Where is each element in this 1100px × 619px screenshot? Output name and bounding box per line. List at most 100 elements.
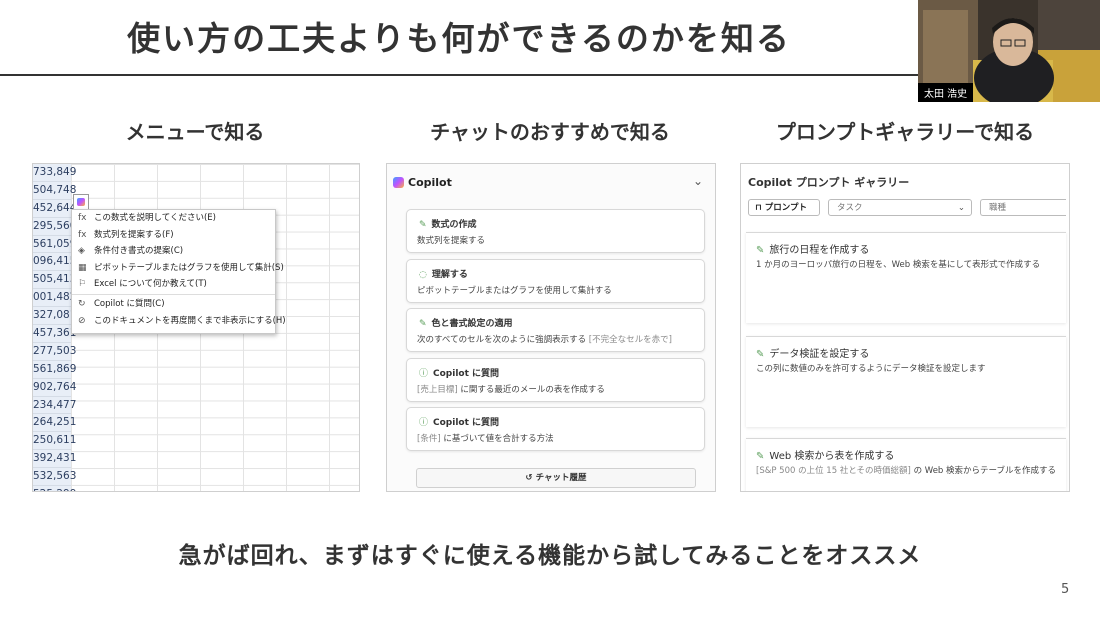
menu-item-label: 条件付き書式の提案(C) — [94, 246, 184, 257]
cell-value[interactable]: 327,081 — [33, 307, 76, 326]
prompt-card-title-text: データ検証を設定する — [769, 349, 870, 360]
suggestion-description: ピボットテーブルまたはグラフを使用して集計する — [417, 284, 612, 296]
prompt-card-description-text: の Web 検索からテーブルを作成する — [910, 466, 1057, 476]
prompt-filter-button[interactable]: ⊓ プロンプト — [748, 199, 820, 216]
cell-value[interactable]: 452,644 — [33, 200, 76, 218]
cell-value[interactable]: 733,849 — [33, 164, 76, 182]
cell-value[interactable]: 902,764 — [33, 379, 76, 397]
gallery-column-title: プロンプトギャラリーで知る — [775, 120, 1035, 144]
pencil-icon: ✎ — [756, 349, 765, 360]
suggestion-title: ✎ 数式の作成 — [419, 217, 477, 230]
suggestion-card[interactable]: ◌ 理解するピボットテーブルまたはグラフを使用して集計する — [406, 258, 705, 303]
cell-value[interactable]: 532,563 — [33, 468, 76, 487]
prompt-card-description: [S&P 500 の上位 15 社とその時価総額] の Web 検索からテーブル… — [756, 464, 1056, 476]
pivot-icon: ▦ — [78, 262, 87, 273]
suggestion-description: [条件] に基づいて値を合計する方法 — [417, 432, 554, 444]
cell-value[interactable]: 001,482 — [33, 289, 76, 308]
cell-value[interactable]: 561,869 — [33, 361, 76, 379]
prompt-gallery-panel: Copilot プロンプト ギャラリー ⊓ プロンプト タスク ⌄ 職種 ✎ 旅行の… — [740, 163, 1070, 492]
cell-value[interactable]: 561,059 — [33, 236, 76, 254]
copilot-header-label: Copilot — [408, 176, 452, 189]
suggestion-title: ◌ 理解する — [419, 267, 468, 280]
prompt-card[interactable]: ✎ Web 検索から表を作成する [S&P 500 の上位 15 社とその時価総額]… — [746, 438, 1066, 491]
bookmark-icon: ⊓ — [755, 203, 765, 213]
prompt-card-title: ✎ Web 検索から表を作成する — [756, 447, 894, 462]
menu-item-suggest-formula-column[interactable]: fx 数式列を提案する(F) — [72, 227, 275, 244]
copilot-icon[interactable] — [73, 194, 89, 210]
cell-value[interactable]: 096,415 — [33, 253, 76, 272]
copilot-logo-icon — [393, 177, 404, 188]
prompt-card-title: ✎ 旅行の日程を作成する — [756, 241, 869, 256]
suggestion-title-text: 数式の作成 — [431, 220, 477, 230]
chat-column-title: チャットのおすすめで知る — [430, 120, 670, 144]
suggestion-card[interactable]: ⓘ Copilot に質問 [売上目標] に関する最近のメールの表を作成する — [406, 357, 705, 402]
prompt-card-title: ✎ データ検証を設定する — [756, 345, 869, 360]
task-dropdown[interactable]: タスク ⌄ — [828, 199, 972, 216]
history-icon: ↺ — [525, 473, 536, 483]
suggestion-description-text: 数式列を提案する — [417, 236, 486, 246]
function-icon: fx — [78, 229, 87, 240]
suggestion-title-text: Copilot に質問 — [433, 418, 500, 428]
pencil-icon: ✎ — [419, 319, 427, 329]
slide-tagline: 急がば回れ、まずはすぐに使える機能から試してみることをオススメ — [178, 543, 922, 569]
menu-item-conditional-format[interactable]: ◈ 条件付き書式の提案(C) — [72, 243, 275, 260]
job-type-dropdown[interactable]: 職種 — [980, 199, 1066, 216]
menu-item-excel-help[interactable]: ⚐ Excel について何か教えて(T) — [72, 276, 275, 293]
cell-value[interactable]: 234,477 — [33, 397, 76, 415]
prompt-card[interactable]: ✎ 旅行の日程を作成する 1 か月のヨーロッパ旅行の日程を、Web 検索を基にして表… — [746, 232, 1066, 323]
copilot-header: Copilot — [393, 176, 452, 189]
cell-value[interactable]: 525,299 — [33, 486, 76, 491]
suggestion-title: ✎ 色と書式設定の適用 — [419, 316, 513, 329]
title-divider — [0, 74, 918, 76]
number-column: 733,849 504,748 452,644 295,560 561,059 096,4… — [33, 164, 76, 491]
cell-value[interactable]: 457,361 — [33, 325, 76, 343]
prompt-card-title-text: Web 検索から表を作成する — [769, 451, 895, 462]
suggestion-description-text: に関する最近のメールの表を作成する — [457, 384, 605, 395]
placeholder-token: [不完全なセルを赤で] — [588, 335, 672, 345]
suggestion-title: ⓘ Copilot に質問 — [419, 415, 499, 428]
prompt-card-description: この列に数値のみを許可するようにデータ検証を設定します — [756, 362, 986, 374]
suggestion-card[interactable]: ⓘ Copilot に質問 [条件] に基づいて値を合計する方法 — [406, 407, 705, 451]
presenter-webcam: 太田 浩史 — [918, 0, 1100, 102]
cell-value[interactable]: 250,611 — [33, 432, 76, 451]
cell-value[interactable]: 504,748 — [33, 182, 76, 200]
slide-title: 使い方の工夫よりも何ができるのかを知る — [127, 19, 791, 58]
cell-value[interactable]: 264,251 — [33, 414, 76, 433]
menu-separator — [72, 293, 275, 295]
suggestion-description: 次のすべてのセルを次のように強調表示する [不完全なセルを赤で] — [417, 333, 672, 345]
excel-screenshot-panel: 733,849 504,748 452,644 295,560 561,059 096,4… — [32, 163, 360, 492]
placeholder-token: [売上目標] — [417, 384, 458, 395]
prompt-card-description-text: 1 か月のヨーロッパ旅行の日程を、Web 検索を基にして表形式で作成する — [756, 260, 1041, 270]
copilot-chat-panel: Copilot ⌄ ✎ 数式の作成数式列を提案する ◌ 理解するピボットテーブルまたは… — [386, 163, 716, 492]
pencil-icon: ✎ — [419, 220, 427, 230]
cell-value[interactable]: 277,503 — [33, 343, 76, 361]
suggestion-description-text: に基づいて値を合計する方法 — [440, 434, 554, 444]
suggestion-card[interactable]: ✎ 数式の作成数式列を提案する — [406, 209, 705, 253]
suggestion-description: [売上目標] に関する最近のメールの表を作成する — [417, 383, 605, 395]
cell-value[interactable]: 392,431 — [33, 450, 76, 469]
prompt-card[interactable]: ✎ データ検証を設定するこの列に数値のみを許可するようにデータ検証を設定します — [746, 336, 1066, 427]
menu-item-pivot-summary[interactable]: ▦ ピボットテーブルまたはグラフを使用して集計(S) — [72, 260, 284, 277]
menu-item-label: このドキュメントを再度開くまで非表示にする(H) — [94, 315, 286, 326]
menu-item-label: ピボットテーブルまたはグラフを使用して集計(S) — [94, 262, 284, 273]
chat-history-button[interactable]: ↺ チャット履歴 — [416, 468, 696, 488]
task-dropdown-label: タスク — [837, 203, 863, 213]
menu-item-label: 数式列を提案する(F) — [94, 229, 174, 240]
pencil-icon: ✎ — [756, 451, 765, 462]
menu-item-label: この数式を説明してください(E) — [94, 213, 216, 223]
chat-bubble-icon: ⓘ — [419, 368, 429, 379]
copilot-context-menu: fx この数式を説明してください(E) fx 数式列を提案する(F) ◈ 条件付き書式の提… — [71, 209, 286, 334]
cell-value[interactable]: 295,560 — [33, 218, 76, 236]
function-icon: fx — [78, 213, 87, 223]
lightbulb-icon: ◌ — [419, 269, 427, 280]
menu-item-ask-copilot[interactable]: ↻ Copilot に質問(C) — [72, 296, 275, 313]
suggestion-card[interactable]: ✎ 色と書式設定の適用次のすべてのセルを次のように強調表示する [不完全なセルを赤… — [406, 308, 705, 352]
menu-item-explain-formula[interactable]: fx この数式を説明してください(E) — [72, 210, 275, 227]
suggestion-description-text: 次のすべてのセルを次のように強調表示する — [417, 335, 589, 345]
menu-item-hide[interactable]: ⊘ このドキュメントを再度開くまで非表示にする(H) — [72, 313, 286, 330]
suggestion-title-text: 色と書式設定の適用 — [431, 319, 513, 329]
chevron-down-icon: ⌄ — [957, 203, 965, 213]
cell-value[interactable]: 505,413 — [33, 271, 76, 290]
format-icon: ◈ — [78, 246, 85, 257]
chevron-down-icon[interactable]: ⌄ — [693, 174, 703, 188]
